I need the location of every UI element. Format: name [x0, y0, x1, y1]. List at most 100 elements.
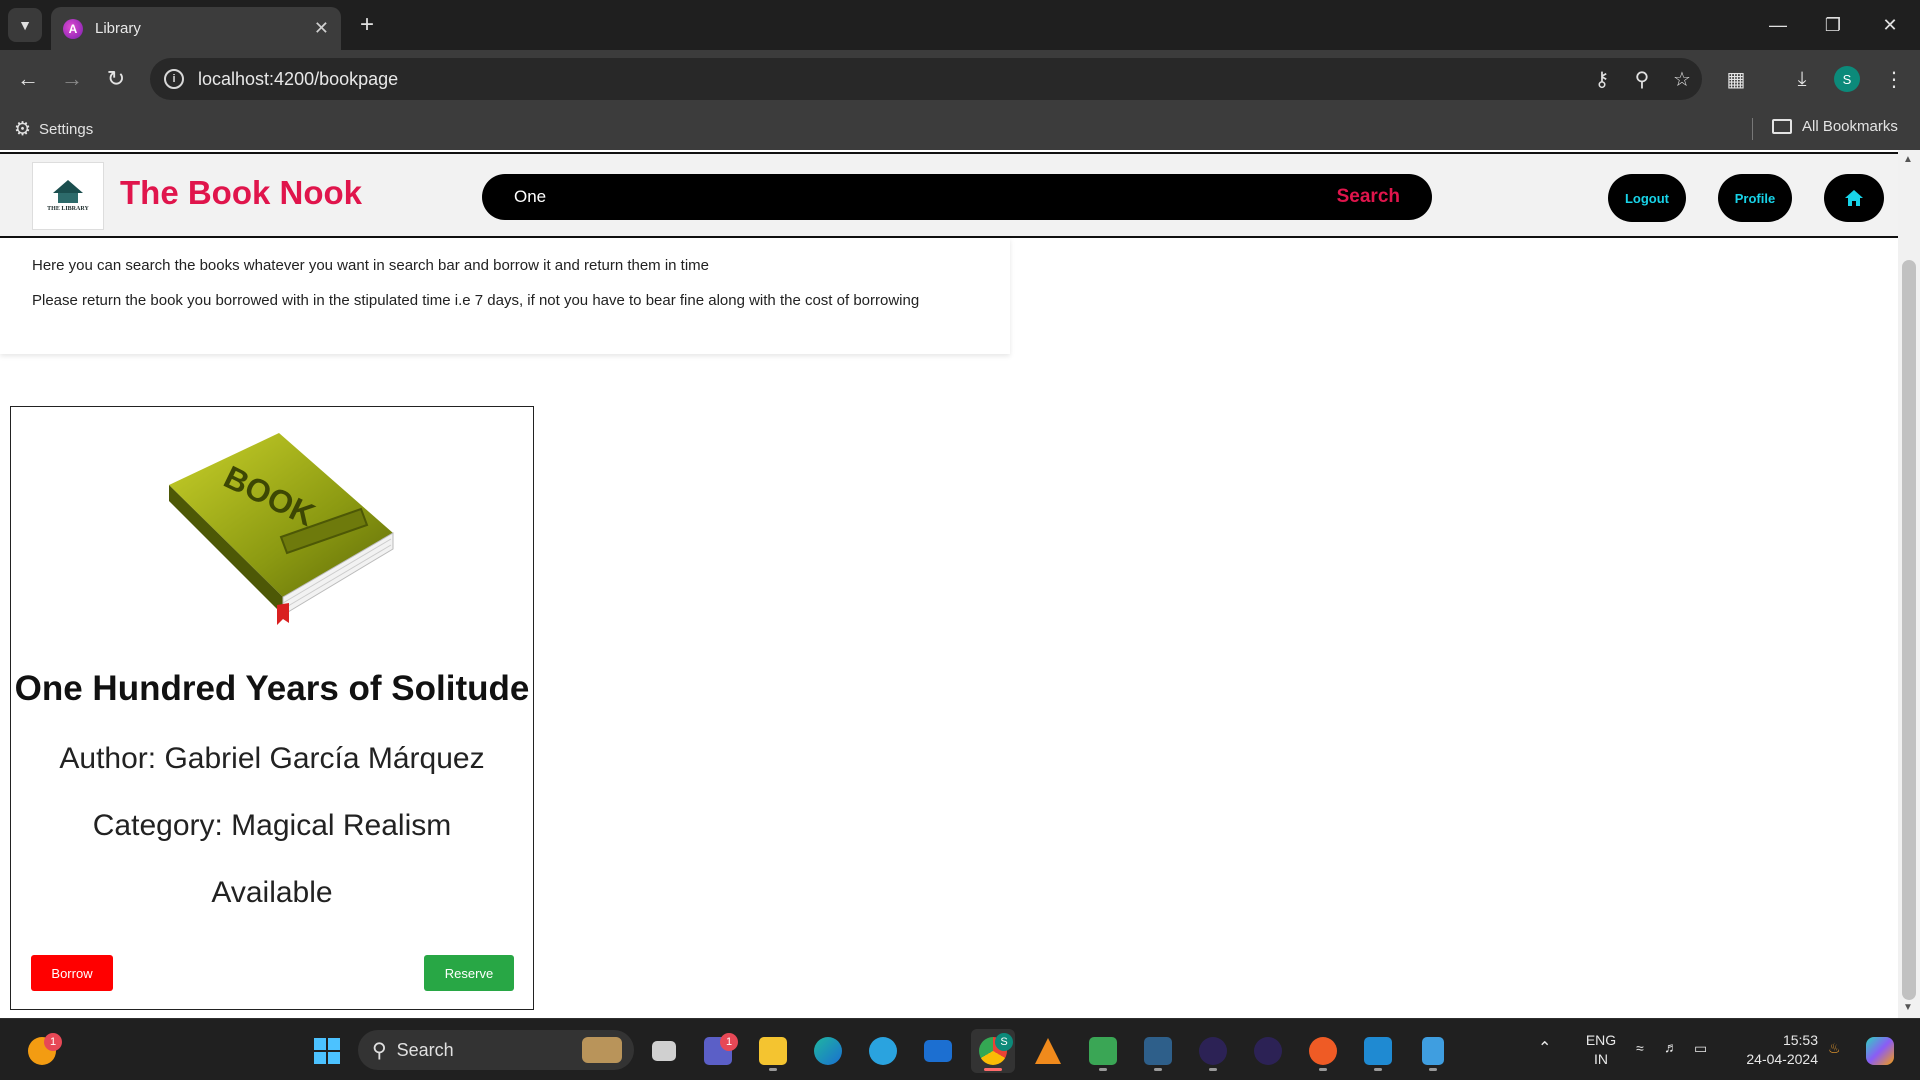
battery-icon[interactable]: ▭	[1694, 1039, 1707, 1058]
taskbar-search-label: Search	[396, 1039, 454, 1060]
bookmark-divider	[1752, 118, 1753, 140]
notepad-icon	[1422, 1037, 1444, 1065]
mysql-workbench-app[interactable]	[1136, 1029, 1180, 1073]
eclipse-app-2[interactable]	[1246, 1029, 1290, 1073]
running-indicator	[1099, 1068, 1107, 1071]
more-menu-icon[interactable]: ⋮	[1878, 63, 1910, 95]
minimize-button[interactable]: —	[1760, 10, 1796, 40]
book-card: BOOK One Hundred Years of Solitude Autho…	[10, 406, 534, 1010]
logout-button[interactable]: Logout	[1608, 174, 1686, 222]
running-indicator	[1209, 1068, 1217, 1071]
restore-button[interactable]: ❐	[1815, 10, 1851, 40]
copilot-icon	[1866, 1037, 1894, 1065]
gear-icon: ⚙	[14, 119, 32, 140]
clock[interactable]: 15:53 24-04-2024	[1730, 1031, 1818, 1069]
workbench-icon	[1144, 1037, 1172, 1065]
home-button[interactable]	[1824, 174, 1884, 222]
vscode-icon	[1364, 1037, 1392, 1065]
site-info-icon[interactable]: i	[164, 69, 184, 89]
eclipse-app-1[interactable]	[1191, 1029, 1235, 1073]
weather-widget[interactable]: 1	[20, 1029, 64, 1073]
language-indicator[interactable]: ENG IN	[1578, 1031, 1624, 1069]
volume-icon[interactable]: ♬	[1664, 1038, 1678, 1057]
mail-icon	[924, 1040, 952, 1062]
browser-tab-library[interactable]: A Library ✕	[51, 7, 341, 50]
browser-tab-strip: ▼ A Library ✕ + — ❐ ✕	[0, 0, 1920, 50]
info-line-1: Here you can search the books whatever y…	[32, 257, 710, 274]
close-window-button[interactable]: ✕	[1872, 10, 1908, 40]
region-code: IN	[1594, 1051, 1608, 1067]
chevron-down-icon: ▼	[18, 17, 32, 33]
vlc-app[interactable]	[1026, 1029, 1070, 1073]
tab-title: Library	[95, 20, 141, 37]
book-cover-image: BOOK	[169, 433, 394, 625]
home-icon	[1845, 190, 1863, 206]
running-indicator	[1429, 1068, 1437, 1071]
teams-app[interactable]: 1	[696, 1029, 740, 1073]
notification-bell-icon[interactable]: ♨	[1828, 1039, 1841, 1058]
address-bar[interactable]: i localhost:4200/bookpage ⚷ ⚲ ☆	[150, 58, 1702, 100]
file-explorer-app[interactable]	[751, 1029, 795, 1073]
search-bar: Search	[482, 174, 1432, 220]
bookmark-star-icon[interactable]: ☆	[1662, 67, 1702, 92]
chrome-app[interactable]: S	[971, 1029, 1015, 1073]
wifi-icon[interactable]: ≈	[1636, 1039, 1644, 1058]
widget-badge: 1	[44, 1033, 62, 1051]
download-icon[interactable]: ⤓	[1786, 63, 1818, 95]
scroll-down-arrow-icon[interactable]: ▼	[1903, 1002, 1913, 1013]
angular-favicon-icon: A	[63, 18, 83, 39]
telegram-icon	[869, 1037, 897, 1065]
profile-button[interactable]: Profile	[1718, 174, 1792, 222]
telegram-app[interactable]	[861, 1029, 905, 1073]
edge-icon	[814, 1037, 842, 1065]
back-button[interactable]: ←	[12, 63, 44, 95]
search-input[interactable]	[514, 187, 1337, 207]
search-button[interactable]: Search	[1337, 186, 1400, 208]
stack-tool-icon	[1089, 1037, 1117, 1065]
postman-icon	[1309, 1037, 1337, 1065]
zoom-icon[interactable]: ⚲	[1622, 67, 1662, 92]
reload-button[interactable]: ↻	[100, 63, 132, 95]
library-logo[interactable]: THE LIBRARY	[32, 162, 104, 230]
clock-date: 24-04-2024	[1746, 1051, 1818, 1067]
all-bookmarks[interactable]: All Bookmarks	[1772, 118, 1898, 135]
house-roof-icon	[53, 180, 83, 193]
search-icon: ⚲	[372, 1039, 387, 1062]
page-scrollbar[interactable]: ▲ ▼	[1898, 150, 1920, 1018]
edge-app[interactable]	[806, 1029, 850, 1073]
taskbar-search[interactable]: ⚲ Search	[358, 1030, 634, 1070]
password-key-icon[interactable]: ⚷	[1582, 67, 1622, 92]
mail-app[interactable]	[916, 1029, 960, 1073]
running-indicator	[1319, 1068, 1327, 1071]
house-body-icon	[58, 193, 78, 203]
close-tab-icon[interactable]: ✕	[314, 18, 329, 39]
tab-search-button[interactable]: ▼	[8, 8, 42, 42]
task-view-button[interactable]	[642, 1029, 686, 1073]
windows-logo-icon	[314, 1038, 340, 1064]
profile-avatar[interactable]: S	[1834, 66, 1860, 92]
vscode-app[interactable]	[1356, 1029, 1400, 1073]
scrollbar-thumb[interactable]	[1902, 260, 1916, 1000]
active-indicator	[984, 1068, 1002, 1071]
start-button[interactable]	[305, 1029, 349, 1073]
reserve-button[interactable]: Reserve	[424, 955, 514, 991]
vlc-cone-icon	[1035, 1038, 1061, 1064]
eclipse-icon	[1254, 1037, 1282, 1065]
book-title: One Hundred Years of Solitude	[14, 669, 530, 708]
info-card: Here you can search the books whatever y…	[0, 238, 1010, 354]
url-text[interactable]: localhost:4200/bookpage	[198, 69, 1582, 90]
book-category: Category: Magical Realism	[92, 809, 452, 842]
bookmark-settings[interactable]: ⚙ Settings	[14, 118, 93, 141]
forward-button[interactable]: →	[56, 63, 88, 95]
eclipse-icon	[1199, 1037, 1227, 1065]
borrow-button[interactable]: Borrow	[31, 955, 113, 991]
extensions-puzzle-icon[interactable]: ▦	[1720, 63, 1752, 95]
scroll-up-arrow-icon[interactable]: ▲	[1903, 154, 1913, 165]
notepad-app[interactable]	[1411, 1029, 1455, 1073]
new-tab-button[interactable]: +	[352, 10, 382, 40]
dev-tool-app[interactable]	[1081, 1029, 1125, 1073]
postman-app[interactable]	[1301, 1029, 1345, 1073]
copilot-button[interactable]	[1858, 1029, 1902, 1073]
page-viewport: THE LIBRARY The Book Nook Search Logout …	[0, 150, 1920, 1018]
hidden-icons-chevron-icon[interactable]: ⌃	[1538, 1039, 1551, 1058]
